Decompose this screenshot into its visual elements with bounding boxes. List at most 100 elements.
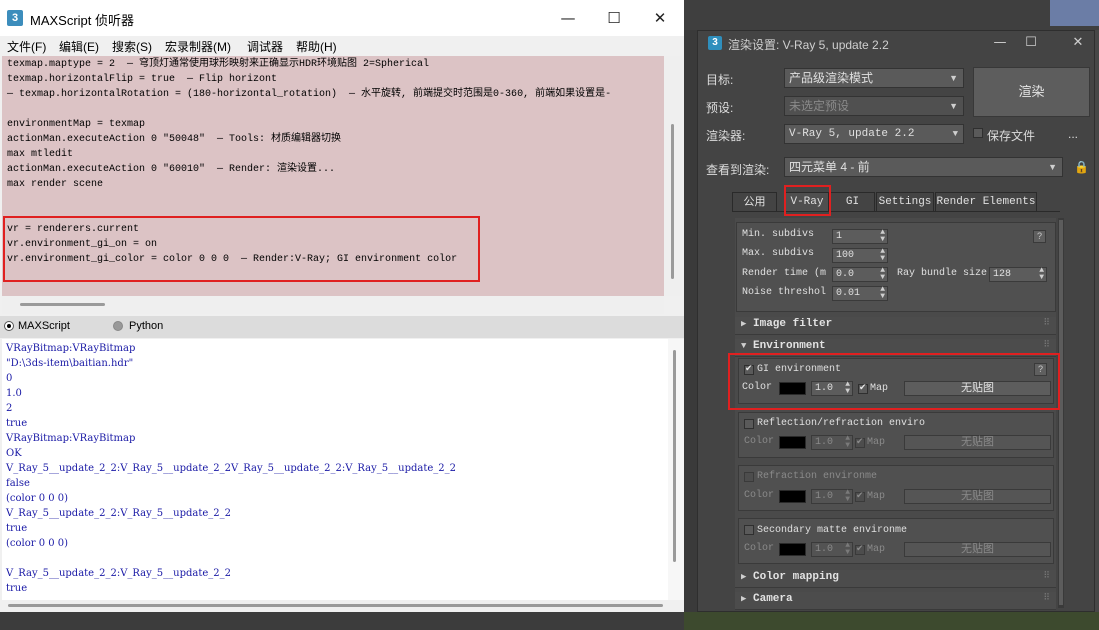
macro-line: texmap.maptype = 2 — 穹顶灯通常使用球形映射来正确显示HDR… bbox=[7, 59, 430, 70]
rollout-image-filter[interactable]: ▶ Image filter ⠿ bbox=[735, 317, 1056, 335]
tabs-divider bbox=[732, 211, 1060, 212]
output-line: 1.0 bbox=[6, 388, 22, 399]
more-button[interactable]: ... bbox=[1068, 127, 1078, 141]
macro-line: — texmap.horizontalRotation = (180-horiz… bbox=[7, 89, 612, 100]
minimize-icon[interactable]: — bbox=[556, 6, 580, 30]
reflection-environment-label: Reflection/refraction enviro bbox=[757, 418, 926, 429]
expand-arrow-icon: ▶ bbox=[741, 594, 747, 604]
render-button[interactable]: 渲染 bbox=[973, 67, 1090, 117]
max-subdivs-label: Max. subdivs bbox=[742, 248, 815, 259]
save-file-checkbox[interactable] bbox=[973, 128, 983, 138]
preset-dropdown[interactable]: 未选定预设 ▼ bbox=[784, 96, 964, 116]
output-vertical-scrollbar[interactable] bbox=[668, 339, 684, 600]
rollout-camera[interactable]: ▶ Camera ⠿ bbox=[735, 592, 1056, 610]
rollout-title: Color mapping bbox=[753, 571, 839, 583]
macro-scroll-thumb[interactable] bbox=[671, 124, 674, 279]
secondary-matte-label: Secondary matte environme bbox=[757, 525, 908, 536]
maximize-icon[interactable]: ☐ bbox=[602, 6, 626, 30]
help-icon[interactable]: ? bbox=[1033, 230, 1046, 243]
tab-gi[interactable]: GI bbox=[830, 192, 875, 211]
reflection-multiplier-spinner[interactable]: 1.0 ▲ ▼ bbox=[811, 435, 853, 450]
output-line: (color 0 0 0) bbox=[6, 493, 69, 504]
menu-help[interactable]: 帮助(H) bbox=[296, 38, 337, 55]
drag-grip-icon: ⠿ bbox=[1043, 318, 1050, 328]
secondary-color-swatch[interactable] bbox=[779, 543, 806, 556]
python-radio[interactable] bbox=[113, 321, 123, 331]
renderer-dropdown[interactable]: V-Ray 5, update 2.2 ▼ bbox=[784, 124, 964, 144]
listener-output-pane[interactable]: VRayBitmap:VRayBitmap "D:\3ds-item\baiti… bbox=[2, 339, 668, 600]
spinner-arrows-icon: ▲ ▼ bbox=[845, 541, 850, 557]
reflection-multiplier-value: 1.0 bbox=[815, 437, 834, 448]
secondary-multiplier-spinner[interactable]: 1.0 ▲ ▼ bbox=[811, 542, 853, 557]
render-time-spinner[interactable]: 0.0 ▲ ▼ bbox=[832, 267, 888, 282]
max-subdivs-spinner[interactable]: 100 ▲ ▼ bbox=[832, 248, 888, 263]
noise-threshold-label: Noise threshol bbox=[742, 287, 827, 298]
view-to-render-value: 四元菜单 4 - 前 bbox=[789, 160, 870, 174]
rollout-color-mapping[interactable]: ▶ Color mapping ⠿ bbox=[735, 570, 1056, 588]
output-hscroll-thumb[interactable] bbox=[8, 604, 663, 607]
spinner-arrows-icon: ▲ ▼ bbox=[880, 247, 885, 263]
menu-search[interactable]: 搜索(S) bbox=[112, 38, 152, 55]
drag-grip-icon: ⠿ bbox=[1043, 593, 1050, 603]
highlight-box-vray-tab bbox=[784, 185, 831, 216]
ray-bundle-spinner[interactable]: 128 ▲ ▼ bbox=[989, 267, 1047, 282]
output-line: VRayBitmap:VRayBitmap bbox=[6, 433, 136, 444]
secondary-map-label: Map bbox=[867, 544, 886, 555]
viewport-background-strip bbox=[0, 612, 684, 630]
noise-threshold-spinner[interactable]: 0.01 ▲ ▼ bbox=[832, 286, 888, 301]
rollout-title: Image filter bbox=[753, 318, 833, 330]
reflection-color-label: Color bbox=[744, 436, 775, 447]
min-subdivs-spinner[interactable]: 1 ▲ ▼ bbox=[832, 229, 888, 244]
lock-icon[interactable]: 🔒 bbox=[1074, 160, 1089, 174]
output-line: true bbox=[6, 523, 28, 534]
panel-scroll-thumb[interactable] bbox=[1059, 220, 1063, 605]
tab-common[interactable]: 公用 bbox=[732, 192, 777, 211]
refraction-color-swatch[interactable] bbox=[779, 490, 806, 503]
refraction-multiplier-spinner[interactable]: 1.0 ▲ ▼ bbox=[811, 489, 853, 504]
desktop-corner bbox=[1050, 0, 1099, 26]
reflection-environment-checkbox[interactable] bbox=[744, 419, 754, 429]
drag-grip-icon: ⠿ bbox=[1043, 571, 1050, 581]
app-logo-icon: 3 bbox=[708, 36, 722, 50]
reflection-map-checkbox[interactable] bbox=[855, 436, 865, 448]
maxscript-radio[interactable] bbox=[4, 321, 14, 331]
close-icon[interactable]: ✕ bbox=[648, 6, 672, 30]
target-dropdown[interactable]: 产品级渲染模式 ▼ bbox=[784, 68, 964, 88]
output-line: OK bbox=[6, 448, 22, 459]
listener-menubar: 文件(F) 编辑(E) 搜索(S) 宏录制器(M) 调试器 帮助(H) bbox=[0, 36, 684, 56]
close-icon[interactable]: ✕ bbox=[1068, 33, 1088, 53]
refraction-map-checkbox[interactable] bbox=[855, 490, 865, 502]
menu-debugger[interactable]: 调试器 bbox=[247, 38, 283, 55]
output-line: false bbox=[6, 478, 30, 489]
view-to-render-dropdown[interactable]: 四元菜单 4 - 前 ▼ bbox=[784, 157, 1063, 177]
maximize-icon[interactable]: ☐ bbox=[1021, 33, 1041, 53]
secondary-map-checkbox[interactable] bbox=[855, 543, 865, 555]
menu-file[interactable]: 文件(F) bbox=[7, 38, 46, 55]
menu-edit[interactable]: 编辑(E) bbox=[59, 38, 99, 55]
output-scroll-thumb[interactable] bbox=[673, 350, 676, 562]
dropdown-arrow-icon: ▼ bbox=[949, 73, 958, 83]
macro-line: texmap.horizontalFlip = true — Flip hori… bbox=[7, 74, 278, 85]
macro-line: max render scene bbox=[7, 179, 104, 190]
output-line: VRayBitmap:VRayBitmap bbox=[6, 343, 136, 354]
secondary-map-button[interactable]: 无贴图 bbox=[904, 542, 1051, 557]
menu-macro-recorder[interactable]: 宏录制器(M) bbox=[165, 38, 231, 55]
refraction-environment-label: Refraction environme bbox=[757, 471, 878, 482]
tab-render-elements[interactable]: Render Elements bbox=[935, 192, 1037, 211]
min-subdivs-value: 1 bbox=[836, 231, 843, 242]
target-value: 产品级渲染模式 bbox=[789, 71, 874, 85]
macro-hscroll-thumb[interactable] bbox=[20, 303, 105, 306]
output-line: true bbox=[6, 418, 28, 429]
refraction-environment-checkbox[interactable] bbox=[744, 472, 754, 482]
minimize-icon[interactable]: — bbox=[990, 33, 1010, 53]
render-time-value: 0.0 bbox=[836, 269, 855, 280]
refraction-map-button[interactable]: 无贴图 bbox=[904, 489, 1051, 504]
render-setup-title: 渲染设置: V-Ray 5, update 2.2 bbox=[728, 38, 889, 52]
spinner-arrows-icon: ▲ ▼ bbox=[880, 285, 885, 301]
tab-settings[interactable]: Settings bbox=[876, 192, 934, 211]
reflection-map-button[interactable]: 无贴图 bbox=[904, 435, 1051, 450]
reflection-color-swatch[interactable] bbox=[779, 436, 806, 449]
secondary-matte-checkbox[interactable] bbox=[744, 525, 754, 535]
listener-title: MAXScript 侦听器 bbox=[30, 13, 135, 28]
macro-line: actionMan.executeAction 0 "60010" — Rend… bbox=[7, 164, 336, 175]
